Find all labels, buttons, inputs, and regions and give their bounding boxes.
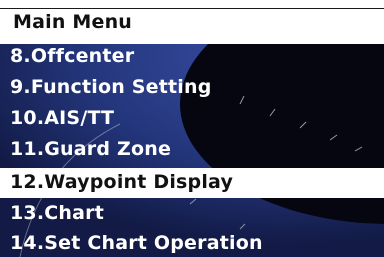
menu-item-label: 13.Chart [10, 202, 105, 224]
menu-item-label: 8.Offcenter [10, 45, 135, 67]
menu-item-offcenter[interactable]: 8.Offcenter [0, 42, 384, 72]
menu-item-chart[interactable]: 13.Chart [0, 199, 384, 229]
menu-item-label: 14.Set Chart Operation [10, 232, 263, 254]
menu-title-bar: Main Menu [0, 8, 384, 42]
menu-item-label: 9.Function Setting [10, 76, 212, 98]
menu-item-label: 11.Guard Zone [10, 138, 172, 160]
menu-title: Main Menu [13, 11, 133, 33]
menu-item-waypoint-display[interactable]: 12.Waypoint Display [0, 168, 384, 198]
menu-item-label: 10.AIS/TT [10, 107, 115, 129]
menu-item-set-chart-operation[interactable]: 14.Set Chart Operation [0, 229, 384, 257]
main-menu: Main Menu 8.Offcenter 9.Function Setting… [0, 0, 384, 257]
menu-item-ais-tt[interactable]: 10.AIS/TT [0, 104, 384, 134]
menu-item-guard-zone[interactable]: 11.Guard Zone [0, 135, 384, 165]
menu-item-function-setting[interactable]: 9.Function Setting [0, 73, 384, 103]
radar-screen: Main Menu 8.Offcenter 9.Function Setting… [0, 0, 384, 257]
menu-item-label: 12.Waypoint Display [10, 171, 234, 193]
